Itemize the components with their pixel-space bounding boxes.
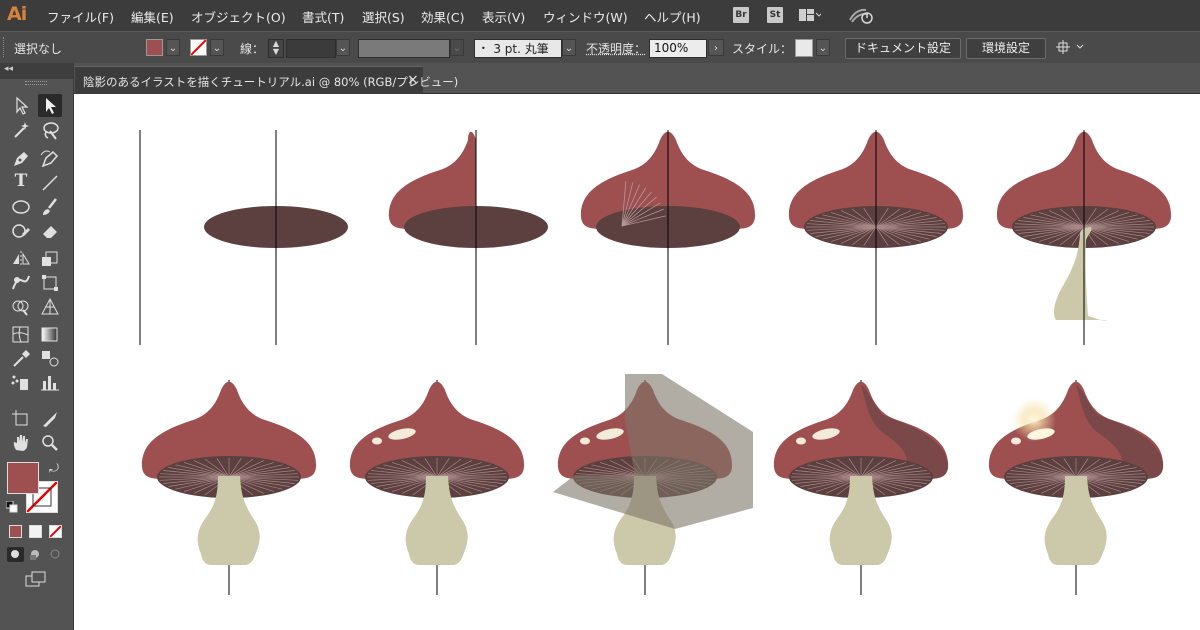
fill-dropdown-icon[interactable]: ⌄ bbox=[166, 39, 180, 56]
variable-width-profile[interactable] bbox=[358, 39, 450, 58]
control-bar-grip[interactable] bbox=[3, 37, 7, 57]
direct-selection-tool-icon[interactable] bbox=[38, 94, 62, 117]
brush-dropdown-icon[interactable]: ⌄ bbox=[562, 39, 576, 56]
symbol-sprayer-icon[interactable] bbox=[9, 371, 33, 394]
fill-color-box-front[interactable] bbox=[7, 462, 39, 494]
step-3-half-cap[interactable] bbox=[388, 130, 548, 345]
eyedropper-icon[interactable] bbox=[9, 347, 33, 370]
document-settings-button[interactable]: ドキュメント設定 bbox=[845, 38, 961, 59]
slice-tool-icon[interactable] bbox=[38, 407, 62, 430]
step-11-final-glow[interactable] bbox=[988, 380, 1164, 595]
mushroom-illustration-steps bbox=[139, 130, 1172, 595]
tools-panel-grip[interactable] bbox=[25, 81, 47, 85]
menu-object[interactable]: オブジェクト(O) bbox=[191, 7, 286, 26]
brush-dot-icon: • bbox=[481, 44, 486, 53]
shape-builder-icon[interactable] bbox=[9, 295, 33, 318]
zoom-tool-icon[interactable] bbox=[38, 431, 62, 454]
menu-bar: Ai ファイル(F) 編集(E) オブジェクト(O) 書式(T) 選択(S) 効… bbox=[0, 0, 1200, 31]
close-tab-icon[interactable]: × bbox=[407, 72, 419, 88]
magic-wand-icon[interactable] bbox=[9, 119, 33, 142]
menu-view[interactable]: 表示(V) bbox=[482, 7, 525, 26]
step-6-stem-half[interactable] bbox=[996, 130, 1172, 345]
menu-window[interactable]: ウィンドウ(W) bbox=[543, 7, 628, 26]
step-8-highlights[interactable] bbox=[349, 380, 525, 595]
draw-normal-icon[interactable] bbox=[7, 547, 24, 562]
app-logo: Ai bbox=[7, 3, 27, 25]
draw-behind-icon[interactable] bbox=[27, 547, 44, 562]
stock-button[interactable]: St bbox=[767, 7, 783, 23]
draw-inside-icon[interactable] bbox=[47, 547, 64, 562]
opacity-flyout-icon[interactable]: › bbox=[708, 39, 724, 56]
step-10-shaded[interactable] bbox=[773, 380, 949, 595]
lasso-icon[interactable] bbox=[38, 119, 62, 142]
blend-tool-icon[interactable] bbox=[38, 347, 62, 370]
stroke-weight-label: 線： bbox=[240, 42, 265, 56]
style-label: スタイル： bbox=[732, 42, 793, 56]
hand-tool-icon[interactable] bbox=[9, 431, 33, 454]
free-transform-icon[interactable] bbox=[38, 271, 62, 294]
swap-colors-icon[interactable]: ⤾ bbox=[49, 461, 59, 476]
opacity-label[interactable]: 不透明度： bbox=[586, 40, 646, 57]
control-bar: 選択なし ⌄ ⌄ 線： ▲ ▼ ⌄ ⌄ • 3 pt. 丸筆 ⌄ 不透明度： 10… bbox=[0, 31, 1200, 64]
selection-tool-icon[interactable] bbox=[9, 94, 33, 117]
perspective-grid-icon[interactable] bbox=[38, 295, 62, 318]
none-mode-icon[interactable] bbox=[49, 525, 62, 538]
bridge-button[interactable]: Br bbox=[733, 7, 749, 23]
profile-dropdown-icon[interactable]: ⌄ bbox=[450, 39, 464, 56]
selection-status: 選択なし bbox=[14, 42, 63, 56]
artboard-tool-icon[interactable] bbox=[9, 407, 33, 430]
paintbrush-icon[interactable] bbox=[38, 195, 62, 218]
shaper-tool-icon[interactable] bbox=[9, 219, 33, 242]
menu-effect[interactable]: 効果(C) bbox=[421, 7, 464, 26]
gradient-tool-icon[interactable] bbox=[38, 323, 62, 346]
pen-tool-icon[interactable] bbox=[9, 147, 33, 170]
step-5-cap-gills[interactable] bbox=[788, 130, 964, 345]
step-4-cap-gills-start[interactable] bbox=[580, 130, 756, 345]
graphic-style-dropdown-icon[interactable]: ⌄ bbox=[816, 39, 830, 56]
screen-mode-icon[interactable] bbox=[25, 571, 47, 587]
brush-definition-value: 3 pt. 丸筆 bbox=[493, 42, 549, 56]
gpu-performance-icon[interactable] bbox=[848, 6, 874, 24]
curvature-tool-icon[interactable] bbox=[38, 147, 62, 170]
menu-edit[interactable]: 編集(E) bbox=[131, 7, 174, 26]
menu-file[interactable]: ファイル(F) bbox=[47, 7, 114, 26]
step-7-full-mushroom[interactable] bbox=[141, 380, 317, 595]
line-tool-icon[interactable] bbox=[38, 171, 62, 194]
step-9-shadow-shape[interactable] bbox=[553, 374, 753, 595]
scale-tool-icon[interactable] bbox=[38, 247, 62, 270]
default-colors-icon[interactable] bbox=[5, 500, 18, 513]
menu-select[interactable]: 選択(S) bbox=[362, 7, 405, 26]
brush-definition-field[interactable]: • 3 pt. 丸筆 bbox=[474, 39, 562, 58]
fill-swatch[interactable] bbox=[146, 39, 163, 56]
opacity-input[interactable]: 100% bbox=[649, 39, 707, 58]
menu-help[interactable]: ヘルプ(H) bbox=[644, 7, 701, 26]
stroke-swatch[interactable] bbox=[190, 39, 207, 56]
mesh-tool-icon[interactable] bbox=[9, 323, 33, 346]
tools-panel-header: ◂◂ bbox=[0, 63, 73, 79]
arrange-documents-icon[interactable] bbox=[799, 8, 823, 22]
tools-panel: ◂◂ T ⤾ bbox=[0, 63, 74, 630]
warp-tool-icon[interactable] bbox=[9, 271, 33, 294]
column-graph-icon[interactable] bbox=[38, 371, 62, 394]
step-2-ellipse[interactable] bbox=[204, 130, 348, 345]
ellipse-tool-icon[interactable] bbox=[9, 195, 33, 218]
document-tab-title: 陰影のあるイラストを描くチュートリアル.ai @ 80% (RGB/プレビュー) bbox=[83, 75, 459, 89]
gradient-mode-icon[interactable] bbox=[29, 525, 42, 538]
graphic-style-swatch[interactable] bbox=[795, 39, 813, 57]
artboard-canvas[interactable] bbox=[74, 94, 1200, 630]
stroke-weight-stepper[interactable]: ▲ ▼ bbox=[268, 39, 284, 58]
eraser-icon[interactable] bbox=[38, 219, 62, 242]
color-mode-icon[interactable] bbox=[9, 525, 22, 538]
menu-type[interactable]: 書式(T) bbox=[302, 7, 344, 26]
document-tab[interactable]: 陰影のあるイラストを描くチュートリアル.ai @ 80% (RGB/プレビュー)… bbox=[75, 66, 458, 94]
stroke-weight-dropdown-icon[interactable]: ⌄ bbox=[336, 39, 350, 56]
stroke-weight-input[interactable] bbox=[286, 39, 336, 58]
align-panel-icon[interactable] bbox=[1055, 39, 1087, 57]
preferences-button[interactable]: 環境設定 bbox=[966, 38, 1046, 59]
type-tool-icon[interactable]: T bbox=[9, 171, 33, 194]
stroke-dropdown-icon[interactable]: ⌄ bbox=[210, 39, 224, 56]
collapse-panel-icon[interactable]: ◂◂ bbox=[4, 64, 13, 74]
document-tab-bar: 陰影のあるイラストを描くチュートリアル.ai @ 80% (RGB/プレビュー)… bbox=[73, 63, 1200, 94]
reflect-tool-icon[interactable] bbox=[9, 247, 33, 270]
